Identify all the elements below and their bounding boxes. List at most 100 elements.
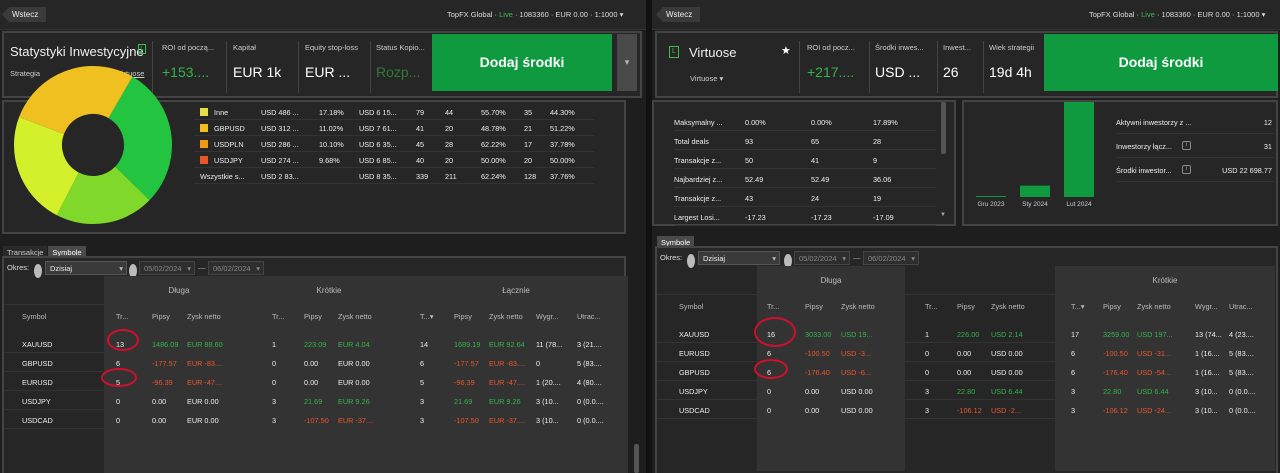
table-cell: USD -3... <box>841 349 872 358</box>
period-select[interactable]: Dzisiaj ▾ <box>45 261 127 275</box>
table-cell: USD 0.00 <box>991 349 1023 358</box>
page-title: Virtuose <box>689 45 737 60</box>
column-group-header: Łącznie <box>502 286 530 295</box>
table-cell: USD -31... <box>1137 349 1172 358</box>
column-header: Utrac... <box>1229 302 1253 311</box>
period-select[interactable]: Dzisiaj ▾ <box>698 251 780 265</box>
stat-cell: Largest Losi... <box>674 213 720 222</box>
stat-cell: 93 <box>745 137 754 146</box>
legend-cell: 37.76% <box>550 172 575 181</box>
legend-cell: USD 6 35... <box>359 140 397 149</box>
stat-cell: 0.00% <box>745 118 766 127</box>
table-cell: 0 (0.0.... <box>577 397 604 406</box>
date-from-input[interactable]: 05/02/2024 ▾ <box>139 261 195 275</box>
summary-value: 12 <box>1263 118 1272 127</box>
period-filter: Okres: Dzisiaj ▾ 05/02/2024 ▾ — 06/02/2024… <box>660 251 930 268</box>
stat-cell: 41 <box>811 156 820 165</box>
date-to-input[interactable]: 06/02/2024 ▾ <box>208 261 264 275</box>
legend-cell: 79 <box>416 108 425 117</box>
legend-cell: Inne <box>214 108 229 117</box>
table-cell: -106.12 <box>1103 406 1128 415</box>
scrollbar[interactable] <box>941 102 946 154</box>
column-header: Tr... <box>116 312 129 321</box>
pie-legend-table: Inne USD 486 ... 17.18% USD 6 15... 79 44 55.7… <box>194 102 594 202</box>
divider <box>4 304 624 305</box>
scroll-down-icon[interactable]: ▼ <box>940 212 946 218</box>
date-from-input[interactable]: 05/02/2024 ▾ <box>794 251 850 265</box>
legend-cell: 41 <box>416 124 425 133</box>
table-cell: 1486.09 <box>152 340 179 349</box>
stat-cell: 65 <box>811 137 820 146</box>
table-cell: -106.12 <box>957 406 982 415</box>
legend-cell: USD 2 83... <box>261 172 299 181</box>
table-cell: 5 (83.... <box>577 359 602 368</box>
table-cell: 0.00 <box>957 368 972 377</box>
stat-copy-status: Status Kopio... Rozp... <box>376 43 425 80</box>
legend-cell: USD 6 85... <box>359 156 397 165</box>
date-to-input[interactable]: 06/02/2024 ▾ <box>863 251 919 265</box>
table-cell: 1 <box>925 330 930 339</box>
star-icon[interactable]: ★ <box>781 44 791 57</box>
chevron-down-icon[interactable]: ▾ <box>617 34 637 91</box>
table-cell: -177.57 <box>454 359 479 368</box>
page-title: Statystyki Inwestycyjne <box>10 44 144 59</box>
annotation-circle <box>754 359 788 379</box>
column-header: Pipsy <box>152 312 170 321</box>
stat-cell: 9 <box>873 156 878 165</box>
table-cell: -177.57 <box>152 359 177 368</box>
legend-color-swatch <box>200 140 208 148</box>
table-cell: 0 <box>272 359 277 368</box>
table-cell: 22.80 <box>1103 387 1122 396</box>
stat-cell: 0.00% <box>811 118 832 127</box>
add-funds-button[interactable]: Dodaj środki <box>1044 34 1278 91</box>
column-group-header: Długa <box>820 276 842 285</box>
scrollbar[interactable] <box>634 444 639 473</box>
table-cell: EUR 0.00 <box>338 359 370 368</box>
strategy-select[interactable]: Virtuose ▾ <box>690 74 723 83</box>
strategy-icon: L <box>669 46 679 58</box>
column-header: Tr... <box>272 312 285 321</box>
legend-cell: 11.02% <box>319 124 344 133</box>
symbols-table: Długa Krótkie Łącznie Symbol Tr... Pipsy Zysk … <box>4 276 628 473</box>
back-button[interactable]: Wstecz <box>656 7 701 22</box>
symbol-cell: EURUSD <box>22 378 53 387</box>
column-header: Pipsy <box>454 312 472 321</box>
bar-label: Sty 2024 <box>1022 201 1048 208</box>
summary-label: Inwestorzy łącz... <box>1116 142 1172 151</box>
stat-cell: 24 <box>811 194 820 203</box>
column-header: T...▾ <box>420 312 434 321</box>
table-cell: 0 (0.0.... <box>1229 387 1256 396</box>
table-cell: 6 <box>116 359 121 368</box>
column-header: T...▾ <box>1071 302 1085 311</box>
table-cell: 17 <box>1071 330 1080 339</box>
legend-cell: 62.24% <box>481 172 506 181</box>
legend-cell: 48.78% <box>481 124 506 133</box>
stat-cell: 28 <box>873 137 882 146</box>
legend-cell: USDJPY <box>214 156 243 165</box>
table-cell: 3 <box>420 416 425 425</box>
bar-label: Lut 2024 <box>1066 201 1092 208</box>
account-selector[interactable]: TopFX Global · Live · 1083360 · EUR 0.00… <box>447 10 623 19</box>
table-cell: 3 (10... <box>1195 406 1218 415</box>
legend-cell: 40 <box>416 156 425 165</box>
table-cell: 14 <box>420 340 429 349</box>
column-group-header: Krótkie <box>1152 276 1178 285</box>
investors-box: Gru 2023 Sty 2024 Lut 2024 Aktywni inwesto… <box>962 100 1278 226</box>
account-selector[interactable]: TopFX Global · Live · 1083360 · EUR 0.00… <box>1089 10 1265 19</box>
investors-summary: Aktywni inwestorzy z ... 12 Inwestorzy łąc… <box>1116 102 1276 222</box>
table-cell: EUR -37.... <box>338 416 375 425</box>
table-cell: USD -54... <box>1137 368 1172 377</box>
table-cell: -107.50 <box>454 416 479 425</box>
symbols-chart-box: Inne USD 486 ... 17.18% USD 6 15... 79 44 55.7… <box>2 66 626 234</box>
stat-cell: Total deals <box>674 137 709 146</box>
add-funds-button[interactable]: Dodaj środki <box>432 34 612 91</box>
column-header: Symbol <box>22 312 47 321</box>
back-button[interactable]: Wstecz <box>2 7 47 22</box>
legend-color-swatch <box>200 156 208 164</box>
table-cell: EUR 0.00 <box>338 378 370 387</box>
legend-cell: USD 486 ... <box>261 108 299 117</box>
table-cell: 1 (16.... <box>1195 368 1220 377</box>
table-cell: 3 (10... <box>536 397 559 406</box>
table-cell: -176.40 <box>1103 368 1128 377</box>
legend-color-swatch <box>200 108 208 116</box>
